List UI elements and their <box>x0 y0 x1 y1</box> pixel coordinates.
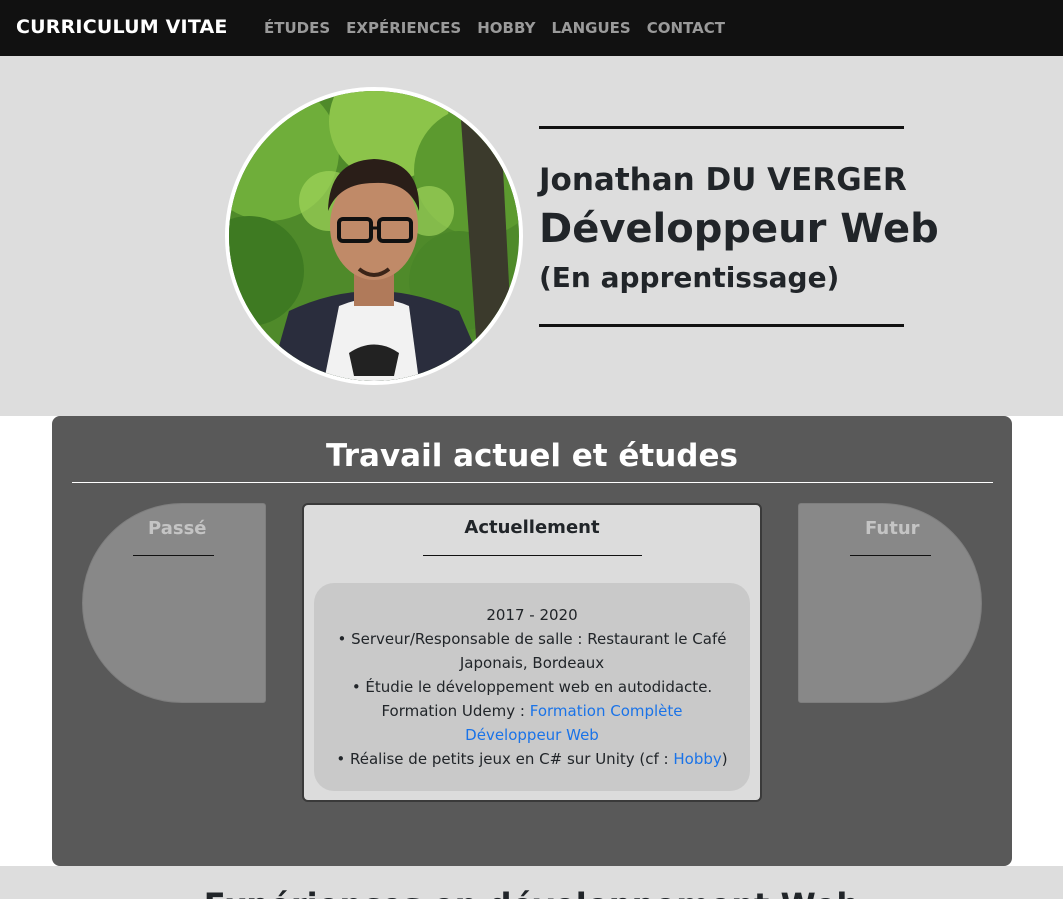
profile-photo-illustration <box>229 91 519 381</box>
hobby-link[interactable]: Hobby <box>673 750 721 768</box>
current-divider <box>423 555 642 556</box>
current-card: Actuellement 2017 - 2020 • Serveur/Respo… <box>302 503 762 802</box>
past-card[interactable]: Passé <box>82 503 266 703</box>
games-prefix: • Réalise de petits jeux en C# sur Unity… <box>336 750 674 768</box>
current-years: 2017 - 2020 <box>486 606 578 624</box>
nav-link-langues[interactable]: LANGUES <box>551 19 630 37</box>
hero-bottom-divider <box>539 324 904 327</box>
future-card[interactable]: Futur <box>798 503 982 703</box>
experiences-section: Expériences en développement Web <box>0 866 1063 899</box>
future-divider <box>850 555 931 556</box>
past-label: Passé <box>148 518 207 539</box>
nav-link-hobby[interactable]: HOBBY <box>477 19 535 37</box>
current-details: 2017 - 2020 • Serveur/Responsable de sal… <box>314 583 750 791</box>
brand-link[interactable]: CURRICULUM VITAE <box>16 16 228 38</box>
hero-job-title: Développeur Web <box>539 206 939 252</box>
future-label: Futur <box>865 518 920 539</box>
nav-link-etudes[interactable]: ÉTUDES <box>264 19 330 37</box>
hero-subtitle: (En apprentissage) <box>539 261 840 294</box>
current-job-line: • Serveur/Responsable de salle : Restaur… <box>337 630 727 672</box>
current-study-line: • Étudie le développement web en autodid… <box>351 678 713 696</box>
section-title: Travail actuel et études <box>326 438 738 474</box>
hero-section: Jonathan DU VERGER Développeur Web (En a… <box>0 56 1063 416</box>
training-prefix: Formation Udemy : <box>381 702 530 720</box>
navbar: CURRICULUM VITAE ÉTUDES EXPÉRIENCES HOBB… <box>0 0 1063 56</box>
profile-photo <box>225 87 523 385</box>
nav-link-experiences[interactable]: EXPÉRIENCES <box>346 19 461 37</box>
experiences-title: Expériences en développement Web <box>0 886 1063 899</box>
nav-link-contact[interactable]: CONTACT <box>647 19 725 37</box>
current-games-line: • Réalise de petits jeux en C# sur Unity… <box>336 747 728 771</box>
section-divider <box>72 482 993 483</box>
past-divider <box>133 555 214 556</box>
current-training-line: Formation Udemy : Formation Complète Dév… <box>336 699 728 747</box>
games-suffix: ) <box>721 750 728 768</box>
hero-name: Jonathan DU VERGER <box>539 162 907 198</box>
current-work-section: Travail actuel et études Passé Actuellem… <box>52 416 1012 866</box>
hero-top-divider <box>539 126 904 129</box>
current-title: Actuellement <box>464 517 600 538</box>
nav-links: ÉTUDES EXPÉRIENCES HOBBY LANGUES CONTACT <box>264 19 725 37</box>
